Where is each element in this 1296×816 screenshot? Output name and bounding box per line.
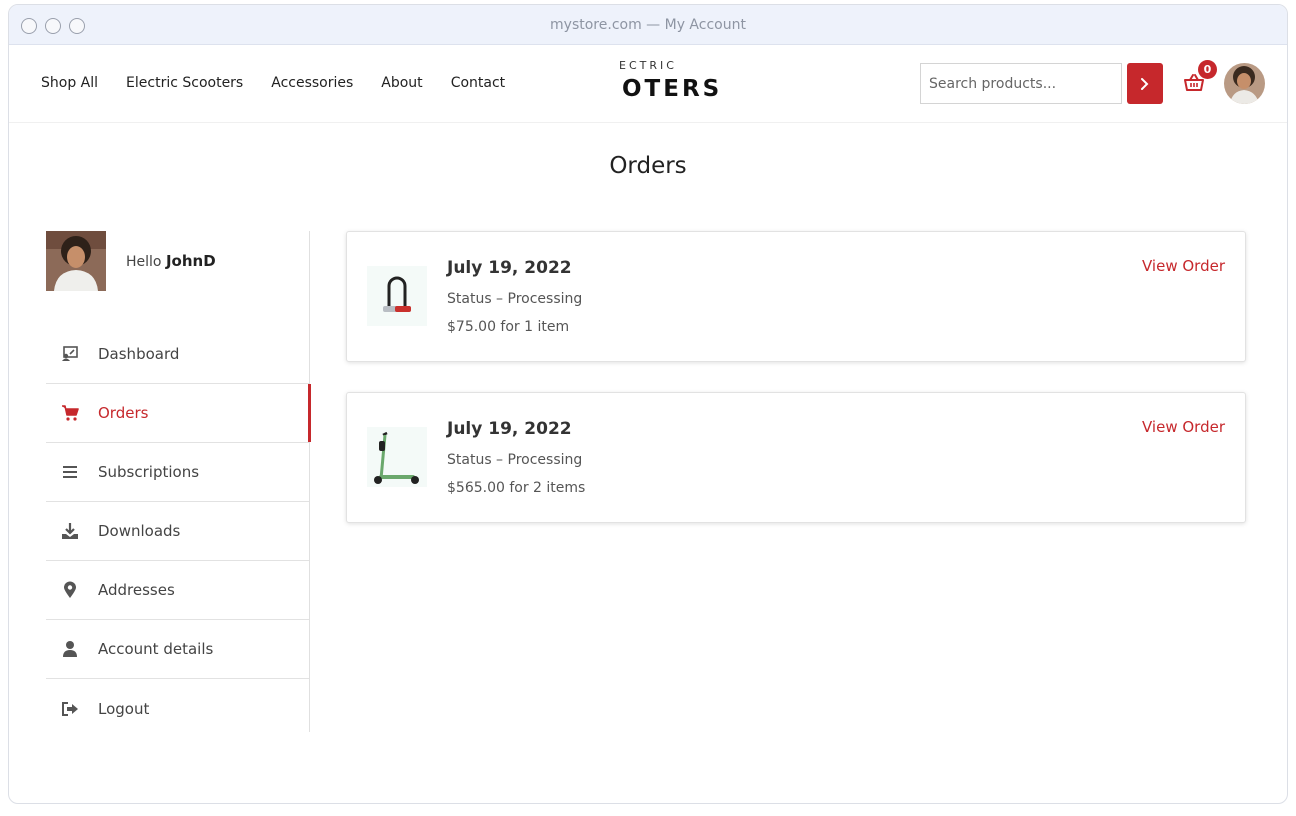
cart-count-badge: 0 <box>1198 60 1217 79</box>
sidebar-item-subscriptions[interactable]: Subscriptions <box>46 443 309 502</box>
page-title: Orders <box>609 153 687 179</box>
sidebar-item-downloads[interactable]: Downloads <box>46 502 309 561</box>
sidebar-item-logout[interactable]: Logout <box>46 679 309 738</box>
sidebar-item-account-details[interactable]: Account details <box>46 620 309 679</box>
sidebar-item-addresses[interactable]: Addresses <box>46 561 309 620</box>
download-icon <box>58 522 82 540</box>
nav-shop-all[interactable]: Shop All <box>41 75 98 91</box>
order-card: July 19, 2022 Status – Processing $75.00… <box>346 231 1246 362</box>
logo-main-text: OTERS <box>622 76 723 102</box>
cart-icon <box>58 404 82 422</box>
sidebar-item-label: Subscriptions <box>98 463 200 481</box>
logout-icon <box>58 700 82 718</box>
window-title: mystore.com — My Account <box>550 17 746 33</box>
site-header: Shop All Electric Scooters Accessories A… <box>9 45 1287 123</box>
search-input[interactable] <box>920 63 1122 104</box>
order-card: July 19, 2022 Status – Processing $565.0… <box>346 392 1246 523</box>
nav-contact[interactable]: Contact <box>451 75 505 91</box>
sidebar-item-label: Logout <box>98 699 150 718</box>
sidebar-item-label: Addresses <box>98 581 175 599</box>
location-pin-icon <box>58 581 82 599</box>
order-status: Status – Processing <box>447 291 583 307</box>
sidebar-item-label: Dashboard <box>98 345 180 363</box>
sidebar-item-dashboard[interactable]: Dashboard <box>46 325 309 384</box>
dashboard-icon <box>58 345 82 363</box>
list-icon <box>58 463 82 481</box>
nav-accessories[interactable]: Accessories <box>271 75 353 91</box>
avatar-image <box>1224 63 1265 104</box>
nav-electric-scooters[interactable]: Electric Scooters <box>126 75 243 91</box>
search-submit-button[interactable] <box>1127 63 1163 104</box>
sidebar-item-label: Account details <box>98 640 214 658</box>
logo-top-text: ECTRIC <box>619 59 677 72</box>
sidebar-item-orders[interactable]: Orders <box>46 384 311 443</box>
account-sidebar: Hello JohnD Dashboard Orders Subscriptio… <box>46 231 311 732</box>
greeting-text: Hello JohnD <box>126 252 216 270</box>
view-order-link[interactable]: View Order <box>1142 257 1225 275</box>
u-lock-icon <box>367 266 427 326</box>
user-icon <box>58 640 82 658</box>
sidebar-item-label: Orders <box>98 404 149 422</box>
order-total: $565.00 for 2 items <box>447 480 586 496</box>
main-nav: Shop All Electric Scooters Accessories A… <box>41 75 505 91</box>
chevron-right-icon <box>1141 77 1149 90</box>
sidebar-item-label: Downloads <box>98 522 181 540</box>
user-avatar[interactable] <box>1224 63 1265 104</box>
order-date: July 19, 2022 <box>447 258 572 278</box>
view-order-link[interactable]: View Order <box>1142 418 1225 436</box>
user-greeting: Hello JohnD <box>46 231 309 325</box>
browser-window: mystore.com — My Account Shop All Electr… <box>8 4 1288 804</box>
site-logo[interactable]: ECTRIC OTERS <box>619 59 722 102</box>
nav-about[interactable]: About <box>381 75 422 91</box>
order-date: July 19, 2022 <box>447 419 572 439</box>
order-total: $75.00 for 1 item <box>447 319 570 335</box>
scooter-icon <box>367 427 427 487</box>
username: JohnD <box>165 252 216 270</box>
order-status: Status – Processing <box>447 452 583 468</box>
greeting-prefix: Hello <box>126 254 162 270</box>
avatar <box>46 231 106 291</box>
title-bar: mystore.com — My Account <box>9 5 1287 45</box>
